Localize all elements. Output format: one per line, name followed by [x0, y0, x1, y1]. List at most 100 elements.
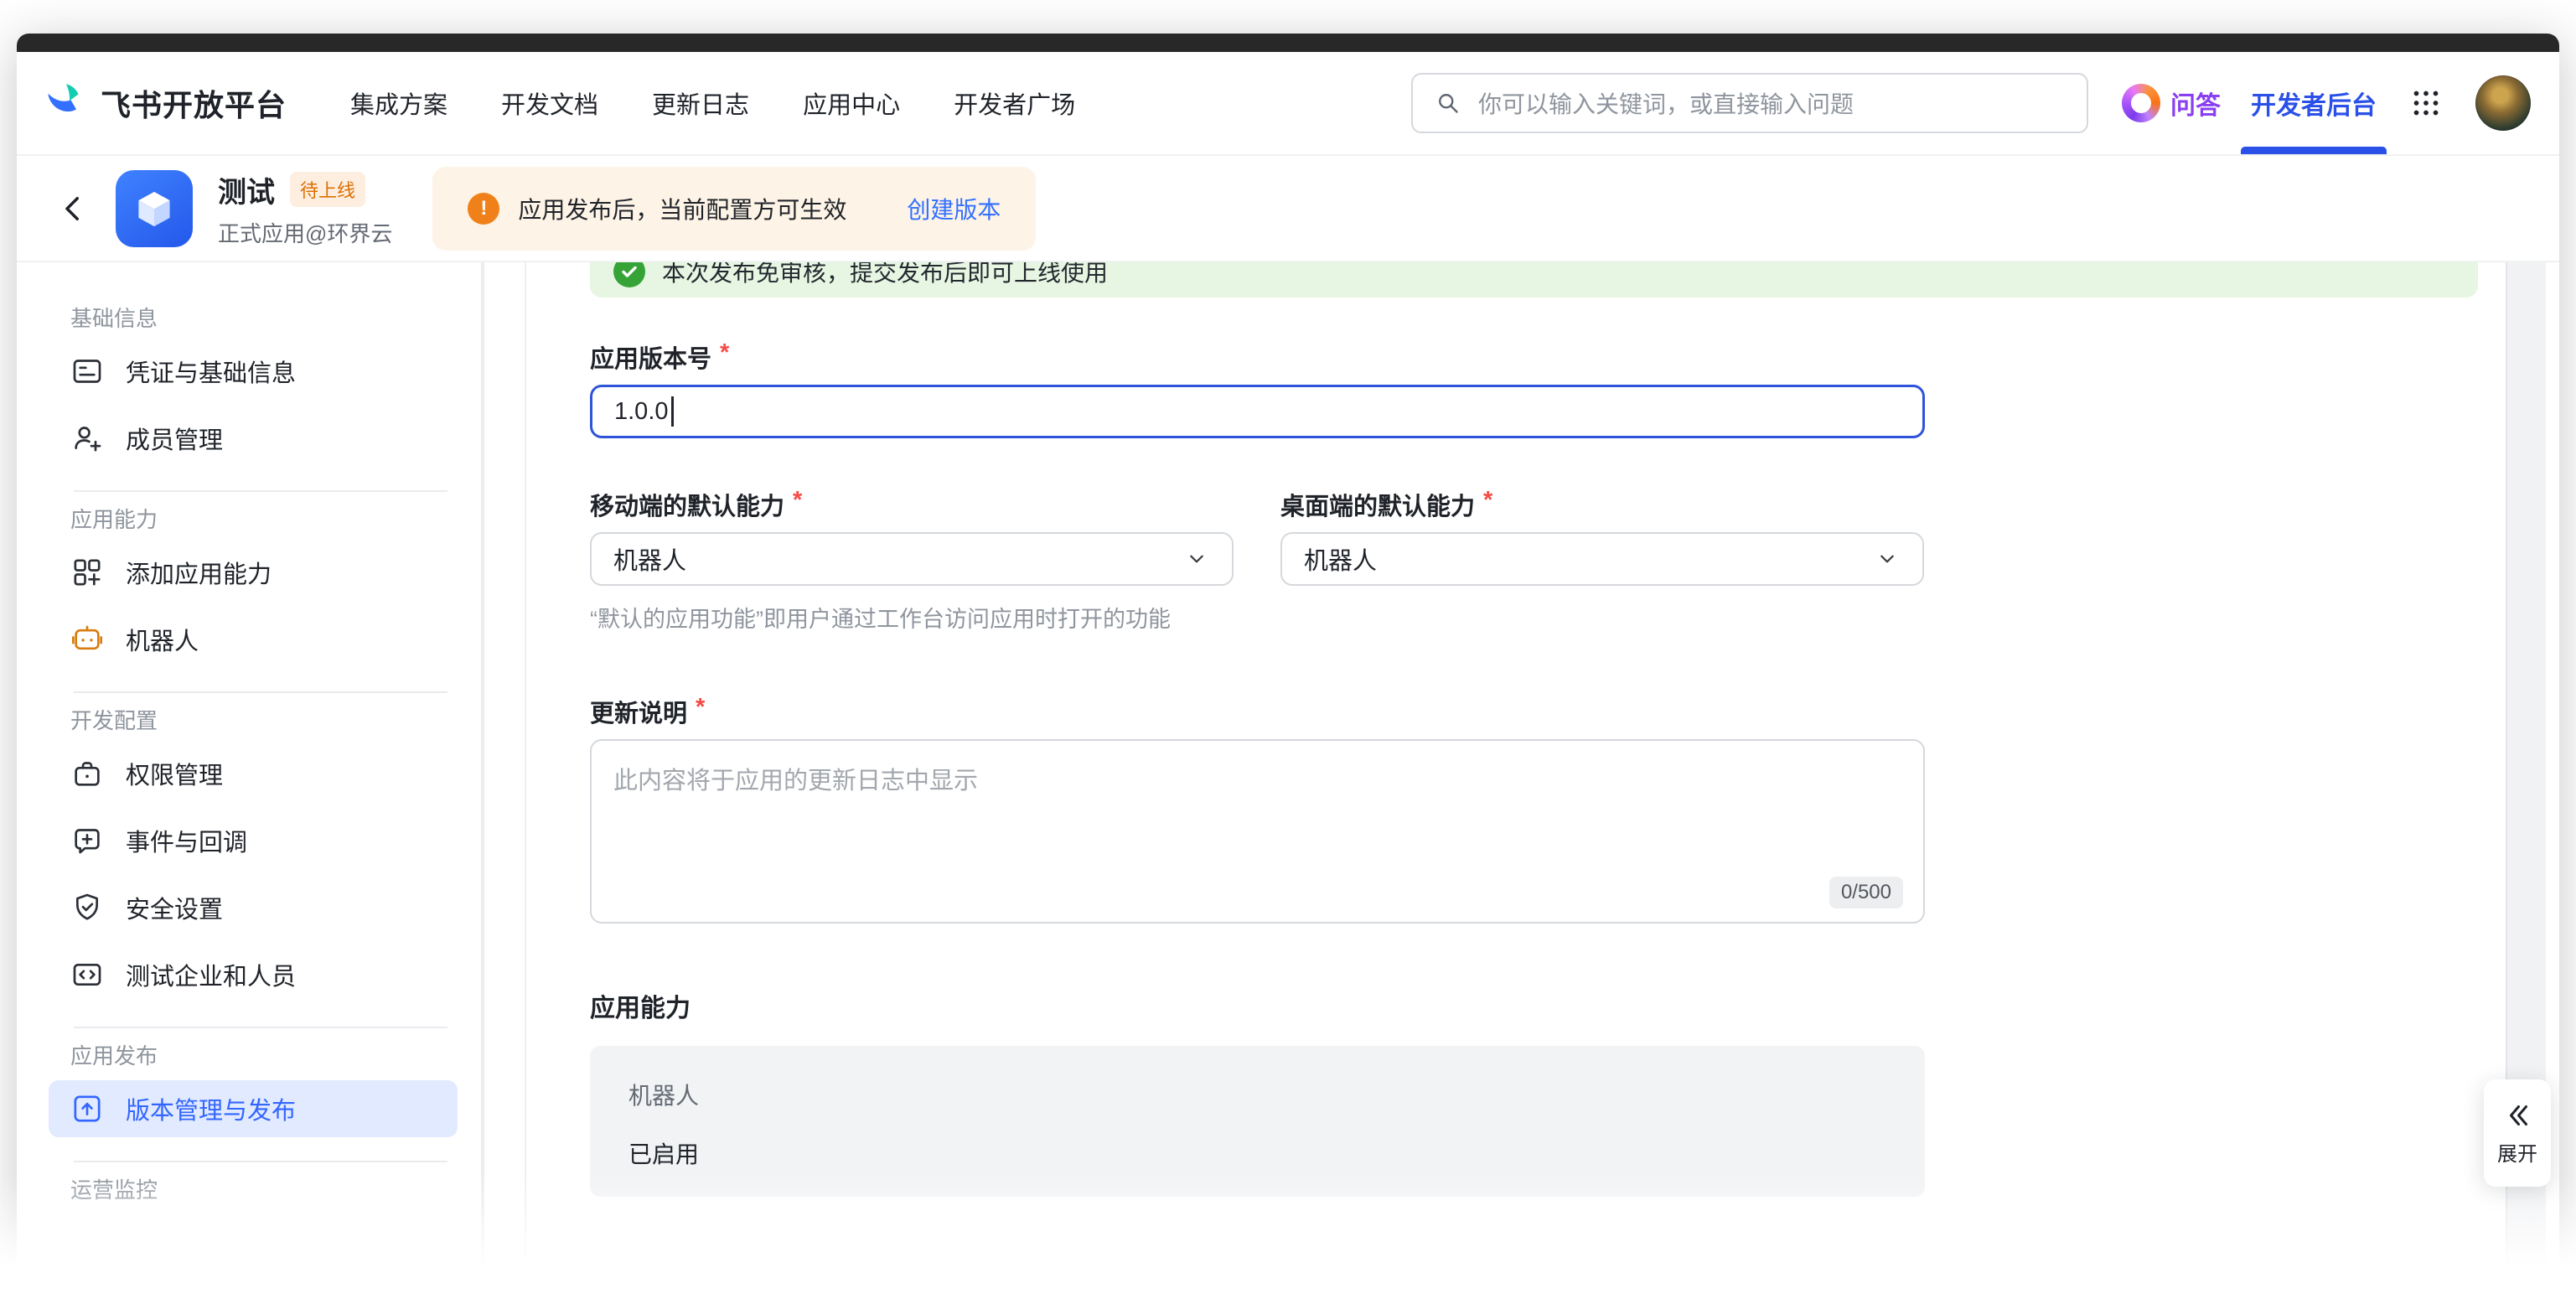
id-card-icon	[70, 354, 104, 388]
top-navigation: 飞书开放平台 集成方案 开发文档 更新日志 应用中心 开发者广场 你可以输入关键…	[17, 52, 2559, 156]
body-area: 基础信息 凭证与基础信息 成员管理 应用能力	[17, 262, 2559, 1265]
qa-ring-icon	[2122, 84, 2160, 122]
feishu-logo[interactable]: 飞书开放平台	[45, 81, 287, 125]
check-icon	[613, 262, 645, 287]
main-content: 本次发布免审核，提交发布后即可上线使用 应用版本号* 1.0.0	[528, 262, 2559, 1265]
expand-label: 展开	[2497, 1137, 2537, 1167]
nav-item-app-center[interactable]: 应用中心	[803, 85, 900, 121]
chevron-down-icon	[1183, 546, 1210, 572]
app-title: 测试	[218, 169, 275, 210]
app-meta: 测试 待上线 正式应用@环界云	[218, 169, 392, 248]
browser-window: 飞书开放平台 集成方案 开发文档 更新日志 应用中心 开发者广场 你可以输入关键…	[17, 34, 2559, 1265]
app-icon	[116, 170, 193, 247]
publish-icon	[70, 1092, 104, 1125]
screenshot-stage: 飞书开放平台 集成方案 开发文档 更新日志 应用中心 开发者广场 你可以输入关键…	[0, 0, 2576, 1304]
primary-menu: 集成方案 开发文档 更新日志 应用中心 开发者广场	[350, 85, 1075, 121]
briefcase-icon	[70, 757, 104, 790]
tab-developer-console[interactable]: 开发者后台	[2251, 52, 2377, 154]
expand-panel-button[interactable]: 展开	[2484, 1079, 2551, 1187]
sidebar-item-credentials[interactable]: 凭证与基础信息	[70, 343, 525, 400]
text-caret	[671, 396, 674, 427]
robot-icon	[70, 623, 104, 656]
user-avatar[interactable]	[2475, 75, 2531, 131]
status-badge: 待上线	[290, 172, 365, 207]
success-banner: 本次发布免审核，提交发布后即可上线使用	[590, 262, 2478, 298]
sidebar: 基础信息 凭证与基础信息 成员管理 应用能力	[17, 262, 526, 1265]
sidebar-item-label: 凭证与基础信息	[126, 354, 296, 389]
sidebar-item-security[interactable]: 安全设置	[70, 879, 525, 936]
publish-notice-banner: ! 应用发布后，当前配置方可生效 创建版本	[432, 167, 1036, 251]
release-notes-placeholder: 此内容将于应用的更新日志中显示	[613, 768, 978, 794]
success-banner-text: 本次发布免审核，提交发布后即可上线使用	[662, 262, 1108, 288]
sidebar-item-label: 事件与回调	[126, 823, 247, 858]
capability-status: 已启用	[628, 1136, 1886, 1170]
required-mark: *	[1483, 487, 1492, 515]
sidebar-item-label: 权限管理	[126, 756, 223, 791]
mobile-capability-value: 机器人	[613, 541, 686, 577]
feishu-logo-icon	[45, 81, 89, 125]
search-placeholder: 你可以输入关键词，或直接输入问题	[1478, 86, 1854, 120]
create-version-link[interactable]: 创建版本	[907, 192, 1001, 225]
mobile-capability-select[interactable]: 机器人	[590, 532, 1234, 586]
nav-item-integration[interactable]: 集成方案	[350, 85, 447, 121]
sidebar-item-members[interactable]: 成员管理	[70, 410, 525, 467]
app-header: 测试 待上线 正式应用@环界云 ! 应用发布后，当前配置方可生效 创建版本	[17, 156, 2559, 262]
required-mark: *	[793, 487, 802, 515]
sidebar-item-label: 测试企业和人员	[126, 957, 296, 992]
event-section-title: 事件订阅变更	[590, 1260, 1925, 1265]
search-icon	[1433, 88, 1463, 118]
window-titlebar	[17, 34, 2559, 52]
nav-item-changelog[interactable]: 更新日志	[652, 85, 749, 121]
sidebar-item-label: 版本管理与发布	[126, 1091, 296, 1126]
shield-check-icon	[70, 891, 104, 924]
sidebar-section-dev-config: 开发配置	[70, 706, 525, 735]
release-notes-textarea[interactable]: 此内容将于应用的更新日志中显示 0/500	[590, 739, 1925, 924]
sidebar-section-basic-info: 基础信息	[70, 304, 525, 333]
nav-item-docs[interactable]: 开发文档	[501, 85, 598, 121]
capability-hint: “默认的应用功能”即用户通过工作台访问应用时打开的功能	[590, 601, 1925, 634]
notice-text: 应用发布后，当前配置方可生效	[518, 192, 846, 225]
search-input[interactable]: 你可以输入关键词，或直接输入问题	[1411, 73, 2088, 133]
sidebar-item-label: 机器人	[126, 622, 199, 657]
chevron-down-icon	[1874, 546, 1901, 572]
sidebar-item-permissions[interactable]: 权限管理	[70, 745, 525, 802]
desktop-capability-select[interactable]: 机器人	[1280, 532, 1924, 586]
capability-summary-box: 机器人 已启用	[590, 1046, 1925, 1197]
sidebar-item-label: 成员管理	[126, 421, 223, 456]
capability-selects-row: 移动端的默认能力* 机器人 桌面端的默认能力*	[590, 445, 1925, 586]
sidebar-divider	[74, 1027, 447, 1028]
sidebar-section-capabilities: 应用能力	[70, 505, 525, 534]
capability-section-title: 应用能力	[590, 987, 1925, 1024]
mobile-capability-label: 移动端的默认能力*	[590, 487, 1234, 522]
sidebar-divider	[74, 490, 447, 492]
code-brackets-icon	[70, 958, 104, 991]
sidebar-item-events[interactable]: 事件与回调	[70, 812, 525, 869]
desktop-capability-value: 机器人	[1304, 541, 1377, 577]
desktop-capability-label: 桌面端的默认能力*	[1280, 487, 1924, 522]
grid-add-icon	[70, 556, 104, 589]
nav-item-marketplace[interactable]: 开发者广场	[954, 85, 1075, 121]
logo-text: 飞书开放平台	[101, 81, 287, 125]
version-label: 应用版本号*	[590, 339, 1925, 375]
char-counter: 0/500	[1829, 877, 1903, 908]
apps-grid-icon[interactable]	[2407, 84, 2445, 122]
sidebar-section-monitoring: 运营监控	[70, 1176, 525, 1204]
cube-icon	[128, 183, 180, 235]
sidebar-divider	[74, 1161, 447, 1162]
sidebar-item-bot[interactable]: 机器人	[70, 611, 525, 668]
sidebar-item-version-release[interactable]: 版本管理与发布	[49, 1080, 458, 1137]
active-tab-indicator	[2241, 147, 2387, 154]
sidebar-divider	[74, 691, 447, 693]
developer-console-label: 开发者后台	[2251, 85, 2377, 122]
qa-label: 问答	[2170, 85, 2221, 122]
release-notes-label: 更新说明*	[590, 694, 1925, 729]
app-version-input[interactable]: 1.0.0	[590, 385, 1925, 438]
sidebar-item-label: 安全设置	[126, 890, 223, 925]
member-add-icon	[70, 422, 104, 455]
sidebar-item-test-enterprise[interactable]: 测试企业和人员	[70, 946, 525, 1003]
app-subtitle: 正式应用@环界云	[218, 217, 392, 248]
back-button[interactable]	[55, 191, 91, 226]
qa-link[interactable]: 问答	[2122, 84, 2221, 122]
app-version-value: 1.0.0	[614, 398, 669, 426]
sidebar-item-add-capability[interactable]: 添加应用能力	[70, 544, 525, 601]
